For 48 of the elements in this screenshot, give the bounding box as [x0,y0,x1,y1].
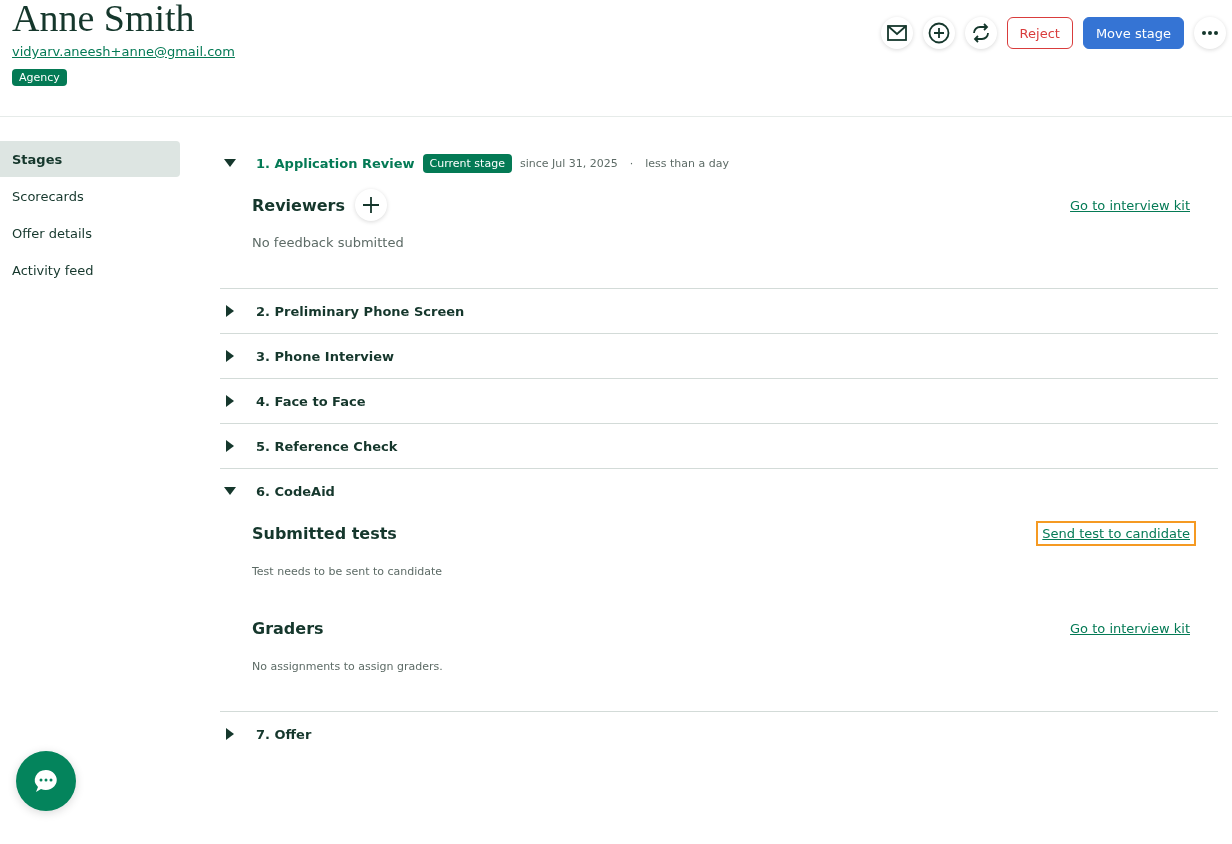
add-reviewer-button[interactable] [355,189,387,221]
section-note: No assignments to assign graders. [252,660,444,673]
refresh-icon [970,23,991,43]
email-link[interactable]: vidyarv.aneesh+anne@gmail.com [12,44,235,59]
refresh-button[interactable] [964,17,997,49]
caret-icon[interactable] [224,485,236,497]
stage-title[interactable]: 2. Preliminary Phone Screen [256,303,465,319]
add-button[interactable] [922,17,955,49]
section-link[interactable]: Go to interview kit [1066,617,1194,639]
caret-icon[interactable] [224,440,236,452]
email-button[interactable] [880,17,913,49]
plus-circle-icon [927,22,950,44]
stage-since: since Jul 31, 2025 [519,156,618,170]
section-note: No feedback submitted [252,235,405,250]
chat-icon [32,767,60,795]
sidebar-item[interactable]: Stages [0,141,180,177]
more-button[interactable] [1194,17,1226,49]
caret-icon[interactable] [224,395,236,407]
caret-icon[interactable] [224,728,236,740]
chat-button[interactable] [16,751,76,811]
section-title: Graders [252,618,324,638]
sidebar-item[interactable]: Activity feed [0,252,180,288]
section-title: Submitted tests [252,523,397,543]
section-link[interactable]: Send test to candidate [1038,522,1194,544]
section-title: Reviewers [252,195,345,215]
caret-icon[interactable] [224,305,236,317]
mail-icon [886,25,907,41]
reject-button[interactable]: Reject [1006,17,1073,49]
sidebar-item[interactable]: Scorecards [0,178,180,214]
caret-icon[interactable] [224,350,236,362]
section-note: Test needs to be sent to candidate [252,565,444,578]
stage-title[interactable]: 7. Offer [256,726,312,742]
plus-icon [362,196,380,214]
stage-title[interactable]: 6. CodeAid [256,483,335,499]
sidebar-item[interactable]: Offer details [0,215,180,251]
stage-title[interactable]: 3. Phone Interview [256,348,395,364]
separator-dot: · [629,156,634,170]
stage-title[interactable]: 1. Application Review [256,155,415,171]
section-link[interactable]: Go to interview kit [1066,194,1194,216]
caret-icon[interactable] [224,157,236,169]
stage-title[interactable]: 5. Reference Check [256,438,398,454]
stage-duration: less than a day [645,156,729,170]
current-stage-badge: Current stage [422,153,512,173]
more-icon [1202,31,1218,35]
source-tag: Agency [12,69,67,86]
stage-title[interactable]: 4. Face to Face [256,393,366,409]
candidate-name: Anne Smith [12,0,195,40]
move-stage-button[interactable]: Move stage [1082,17,1184,49]
